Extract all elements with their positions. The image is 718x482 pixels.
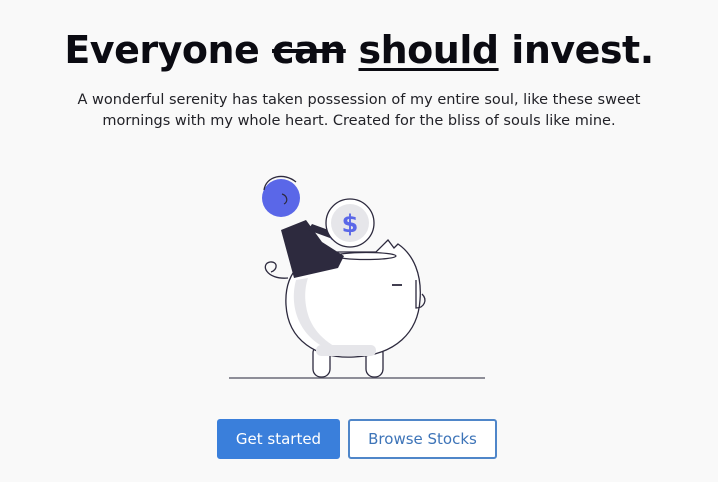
dollar-coin-icon: $ <box>325 198 375 248</box>
coin-symbol: $ <box>342 210 359 238</box>
hero-subtitle: A wonderful serenity has taken possessio… <box>77 92 641 129</box>
headline-prefix: Everyone <box>64 28 273 72</box>
headline-struck-word: can <box>272 28 346 72</box>
get-started-button[interactable]: Get started <box>217 419 340 459</box>
headline-suffix: invest. <box>498 28 654 72</box>
browse-stocks-button[interactable]: Browse Stocks <box>348 419 497 459</box>
piggy-belly-shadow <box>316 345 376 356</box>
person-head <box>262 179 300 217</box>
headline-underlined-word: should <box>358 28 500 72</box>
piggy-tail <box>264 261 289 279</box>
headline: Everyone can should invest. <box>0 24 718 76</box>
hero-section: Everyone can should invest. A wonderful … <box>0 0 718 482</box>
coin-slot <box>335 251 397 261</box>
piggy-bank-illustration: $ <box>229 175 485 379</box>
